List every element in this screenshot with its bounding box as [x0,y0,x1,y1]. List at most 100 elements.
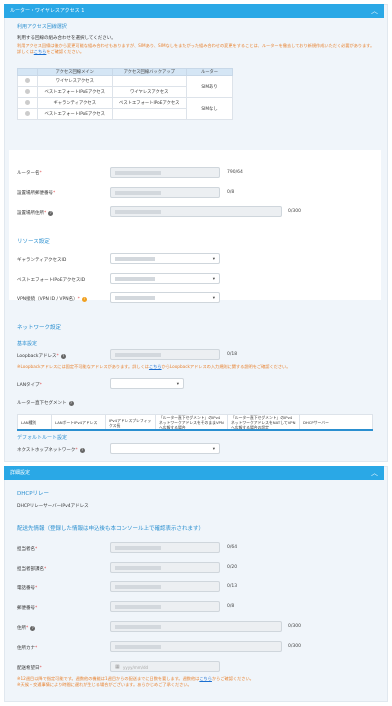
plan-radio-1[interactable] [25,77,30,83]
postal-label: 郵便番号* [17,606,38,611]
plan-backup-4 [111,108,187,120]
plan-main-4: ベストエフォートIPoEアクセス [37,108,113,120]
besteffort-id-label: ベストエフォートIPoEアクセスID [17,278,86,283]
department-count: 0/20 [227,565,238,570]
router-section-title: ルーター・ワイヤレスアクセス 1 [10,8,85,14]
plan-col-router: ルーター [186,68,233,76]
segment-table-underline [17,429,373,431]
help-icon[interactable]: ? [60,354,66,359]
plan-col-backup: アクセス回線バックアップ [111,68,187,76]
address-kana-input[interactable] [110,641,282,652]
calendar-icon[interactable]: ▦ [115,664,120,670]
person-count: 0/64 [227,545,238,550]
router-name-label: ルーター名* [17,171,42,176]
address-detail-count: 0/300 [288,624,301,629]
address-detail-input[interactable] [110,621,282,632]
dhcp-item: DHCPリレーサーバーIPv4アドレス [17,504,89,509]
department-input[interactable] [110,562,220,573]
postal-input[interactable] [110,601,220,612]
router-section-header[interactable]: ルーター・ワイヤレスアクセス 1 ︿ [4,4,384,18]
plan-main-2: ベストエフォートIPoEアクセス [37,86,113,98]
address-kana-label: 住所カナ* [17,646,38,651]
help-icon[interactable]: ? [48,211,54,216]
plan-table: アクセス回線メイン アクセス回線バックアップ ルーター ワイヤレスアクセス SI… [17,68,233,120]
help-icon[interactable]: ? [30,626,36,631]
plan-backup-2: ワイヤレスアクセス [111,86,187,98]
loopback-note-link[interactable]: こちら [149,364,162,369]
router-name-input[interactable] [110,167,220,178]
next-hop-label: ネクストホップネットワーク*? [17,448,85,453]
plan-backup-3: ベストエフォートIPoEアクセス [111,97,187,109]
chevron-down-icon: ▾ [212,296,215,301]
plan-instruction: 利用する回線の組み合わせを選択してください。 [17,36,116,41]
postal-code-input[interactable] [110,187,220,198]
delivery-note-link[interactable]: こちら [199,676,212,681]
address-input[interactable] [110,206,282,217]
lan-type-label: LANタイプ* [17,383,42,388]
plan-main-1: ワイヤレスアクセス [37,75,113,87]
plan-row[interactable]: ワイヤレスアクセス SIMあり [17,75,233,98]
guarantee-id-select[interactable]: ▾ [110,253,220,264]
chevron-up-icon[interactable]: ︿ [371,466,378,480]
loopback-note-text: ※Loopbackアドレスには固定不可能なアドレスがあります。詳しくは [17,364,149,369]
postal-code-label: 設置場所郵便番号* [17,191,56,196]
chevron-down-icon: ▾ [212,277,215,282]
plan-radio-2[interactable] [25,88,30,94]
chevron-down-icon: ▾ [212,257,215,262]
delivery-note-2: ※天候・交通事情により時間に遅れが生じる場合がございます。あらかじめご了承くださ… [17,682,192,687]
detail-section-header[interactable]: 詳細設定 ︿ [4,466,384,480]
default-route-title: デフォルトルート設定 [17,435,68,441]
address-count: 0/300 [288,209,301,214]
date-input[interactable]: ▦ yyyy/mm/dd [110,661,220,672]
plan-radio-4[interactable] [25,110,30,116]
date-label: 配送希望日* [17,666,42,671]
lan-type-select[interactable]: ▾ [110,378,184,389]
person-label: 担当者名* [17,547,38,552]
shipping-title: 配送先情報（登録した情報は申込後も本コンソール上で確認表示されます） [17,526,205,532]
help-icon[interactable]: ? [68,401,74,406]
date-placeholder: yyyy/mm/dd [123,665,149,670]
plan-col-radio [17,68,38,76]
chevron-up-icon[interactable]: ︿ [371,4,378,18]
loopback-input[interactable] [110,349,220,360]
plan-note-text-end: をご確認ください。 [46,49,85,54]
postal-code-count: 0/8 [227,190,235,195]
address-label: 設置場所住所*? [17,211,54,216]
warning-icon[interactable]: ! [81,297,87,302]
plan-row[interactable]: ギャランティアクセス ベストエフォートIPoEアクセス SIMなし [17,97,233,120]
person-input[interactable] [110,542,220,553]
plan-note: 利用アクセス回線は後から変更可能な組み合わせもありますが、SIMあり、SIMなし… [17,43,377,55]
vpn-select[interactable]: ▾ [110,292,220,303]
plan-note-link[interactable]: こちら [34,49,47,54]
detail-section-title: 詳細設定 [10,470,31,476]
resource-title: リソース設定 [17,239,50,245]
plan-radio-3[interactable] [25,99,30,105]
chevron-down-icon: ▾ [212,447,215,452]
next-hop-select[interactable]: ▾ [110,443,220,454]
plan-router-simnashi: SIMなし [186,97,233,120]
help-icon[interactable]: ? [79,448,85,453]
plan-title: 利用アクセス回線選択 [17,24,67,30]
plan-router-simari: SIMあり [186,75,233,98]
postal-count: 0/8 [227,604,235,609]
chevron-down-icon: ▾ [176,382,179,387]
network-title: ネットワーク設定 [17,325,62,331]
dhcp-title: DHCPリレー [17,491,50,497]
address-detail-label: 住所*? [17,626,36,631]
phone-label: 電話番号* [17,586,38,591]
delivery-note-1-end: からご確認ください。 [211,676,254,681]
plan-backup-1 [111,75,187,87]
basic-settings-title: 基本設定 [17,341,38,347]
delivery-note-1-text: ※12週目以降で指定可能です。週数他の機能は1週目からの配送までに日数を要します… [17,676,200,681]
phone-count: 0/13 [227,584,238,589]
lan-segment-label: ルーター直下セグメント? [17,401,74,406]
address-kana-count: 0/300 [288,644,301,649]
guarantee-id-label: ギャランティアクセスID [17,258,67,263]
loopback-note: ※Loopbackアドレスには固定不可能なアドレスがあります。詳しくはこちらから… [17,364,377,370]
besteffort-id-select[interactable]: ▾ [110,273,220,284]
router-name-count: 790/64 [227,170,243,175]
phone-input[interactable] [110,581,220,592]
vpn-label: VPN接続（VPN ID / VPN名）*! [17,297,87,302]
plan-main-3: ギャランティアクセス [37,97,113,109]
loopback-count: 0/18 [227,352,238,357]
